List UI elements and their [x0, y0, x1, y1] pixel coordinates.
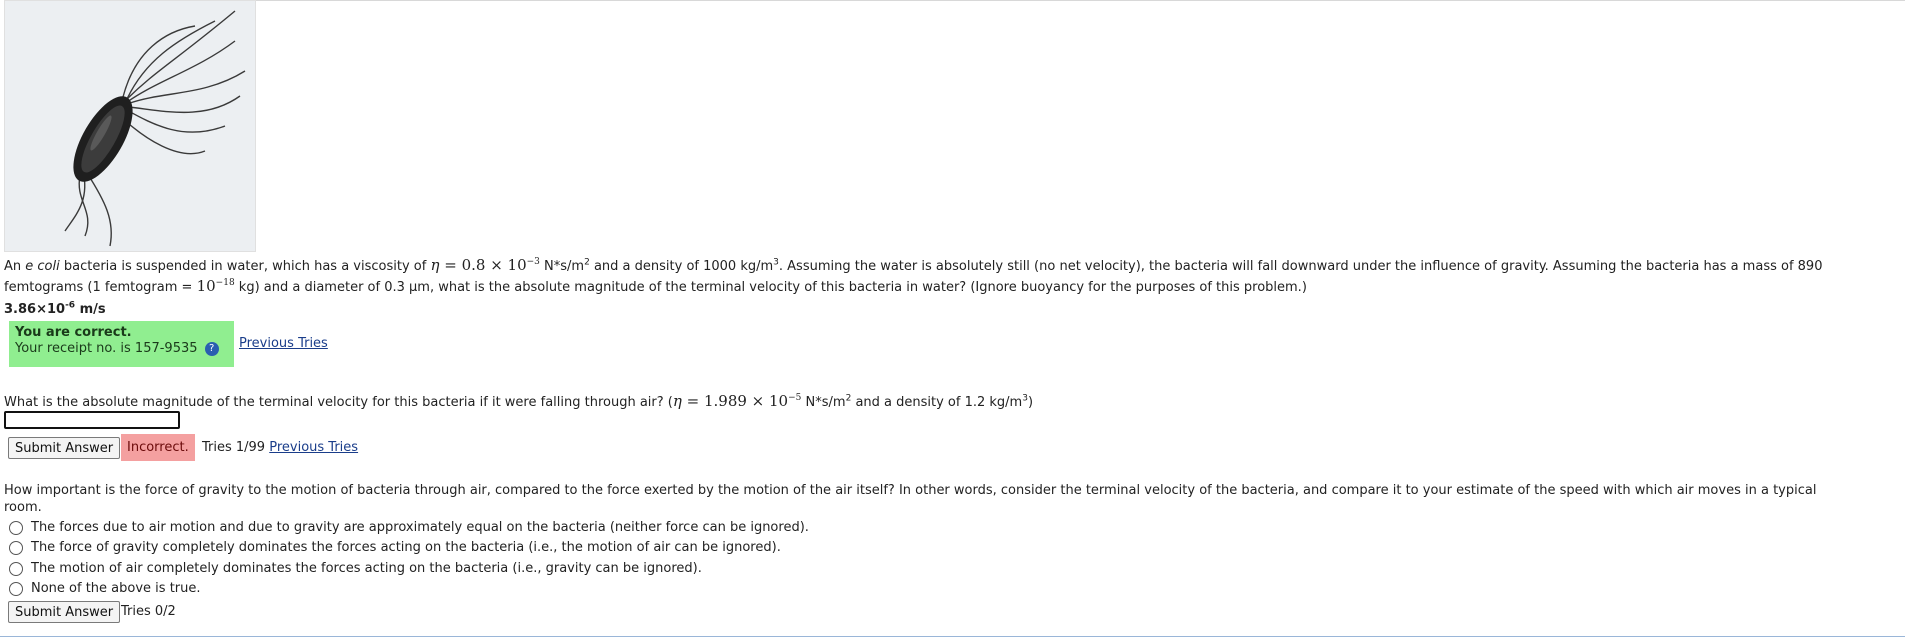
question3-text-line2: room. [4, 500, 42, 515]
receipt-line: Your receipt no. is 157-9535 ? [15, 341, 228, 356]
question1-previous-tries-link[interactable]: Previous Tries [239, 336, 328, 351]
ecoli-illustration [4, 0, 256, 252]
option-air-dominates[interactable]: The motion of air completely dominates t… [9, 561, 702, 576]
radio-button[interactable] [9, 540, 23, 555]
question3-text-line1: How important is the force of gravity to… [4, 483, 1817, 498]
top-divider [207, 0, 1905, 1]
radio-button[interactable] [9, 561, 23, 576]
option-label: The force of gravity completely dominate… [31, 540, 781, 555]
question2-text: What is the absolute magnitude of the te… [4, 392, 1034, 410]
receipt-text: Your receipt no. is 157-9535 [15, 341, 198, 356]
option-gravity-dominates[interactable]: The force of gravity completely dominate… [9, 540, 781, 555]
correct-status-box: You are correct. Your receipt no. is 157… [9, 321, 234, 367]
option-none-true[interactable]: None of the above is true. [9, 581, 201, 596]
question3-tries: Tries 0/2 [121, 604, 176, 619]
radio-button[interactable] [9, 520, 23, 535]
help-icon[interactable]: ? [204, 341, 219, 356]
option-label: The motion of air completely dominates t… [31, 561, 702, 576]
question2-submit-button[interactable]: Submit Answer [8, 437, 121, 459]
question1-answer: 3.86×10-6 m/s [4, 300, 106, 317]
question3-submit-button[interactable]: Submit Answer [8, 601, 121, 623]
question2-tries-count: Tries 1/99 [202, 440, 266, 455]
question1-text-line2: femtograms (1 femtogram = 10−18 kg) and … [4, 277, 1307, 295]
radio-button[interactable] [9, 581, 23, 596]
question2-tries: Tries 1/99 Previous Tries [202, 440, 358, 455]
correct-status-title: You are correct. [15, 325, 132, 340]
option-label: None of the above is true. [31, 581, 201, 596]
option-label: The forces due to air motion and due to … [31, 520, 809, 535]
question2-answer-input[interactable] [4, 411, 180, 429]
question2-previous-tries-link[interactable]: Previous Tries [269, 440, 358, 455]
option-equal-forces[interactable]: The forces due to air motion and due to … [9, 520, 809, 535]
ecoli-drawing [5, 1, 255, 251]
question1-text-line1: An e coli bacteria is suspended in water… [4, 256, 1823, 274]
incorrect-status-badge: Incorrect. [121, 434, 195, 461]
